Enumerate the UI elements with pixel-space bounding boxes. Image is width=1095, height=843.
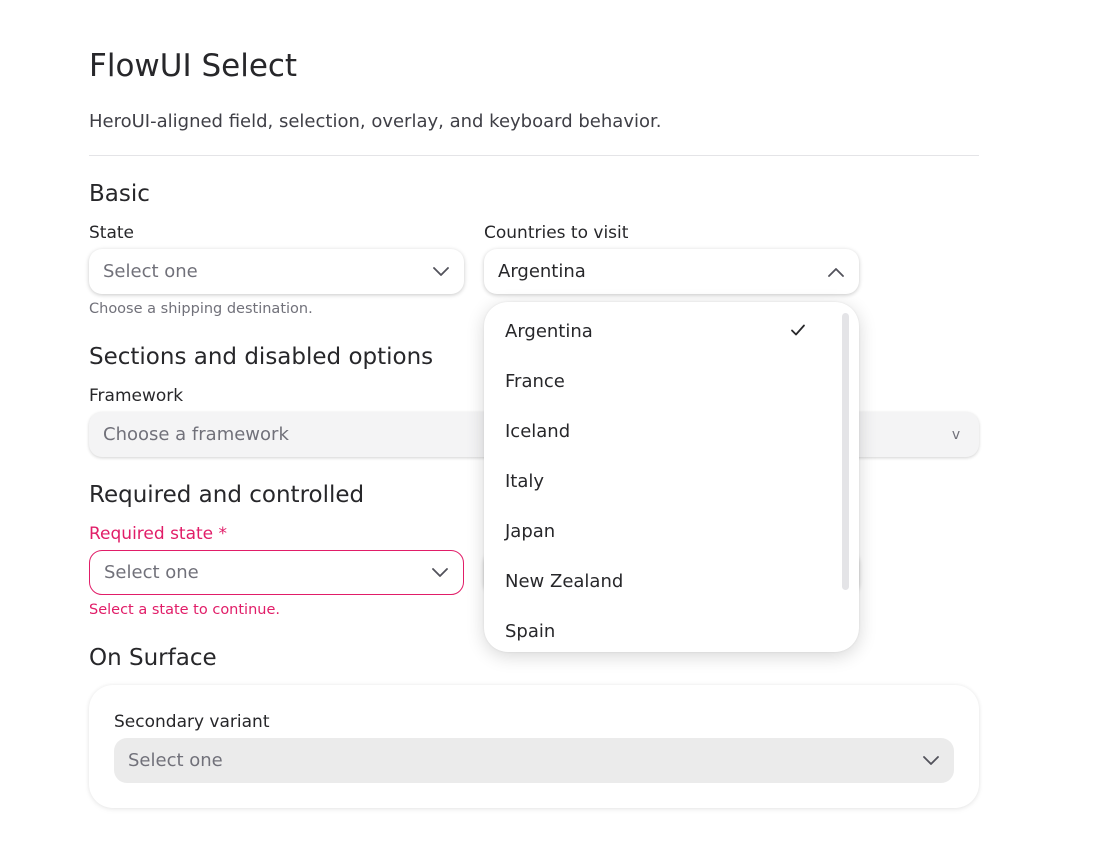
- state-label: State: [89, 223, 134, 243]
- secondary-variant-value: Select one: [128, 750, 223, 771]
- required-state-select[interactable]: Select one: [89, 550, 464, 595]
- dropdown-scrollbar[interactable]: [842, 313, 849, 590]
- divider: [89, 155, 979, 156]
- required-state-select-value: Select one: [104, 562, 199, 583]
- option-japan[interactable]: Japan: [484, 506, 824, 556]
- chevron-down-icon: [922, 752, 940, 770]
- option-label: New Zealand: [505, 570, 624, 592]
- required-asterisk: *: [218, 524, 228, 544]
- option-label: Italy: [505, 470, 545, 492]
- section-heading-surface: On Surface: [89, 645, 217, 671]
- option-argentina[interactable]: Argentina: [484, 306, 824, 356]
- state-select[interactable]: Select one: [89, 249, 464, 294]
- state-help-text: Choose a shipping destination.: [89, 301, 313, 317]
- state-select-value: Select one: [103, 261, 198, 282]
- secondary-variant-label: Secondary variant: [114, 712, 270, 732]
- required-state-label-text: Required state: [89, 524, 214, 544]
- countries-dropdown: Argentina France Iceland Italy Japan New…: [484, 302, 859, 652]
- secondary-variant-select[interactable]: Select one: [114, 738, 954, 783]
- required-state-error: Select a state to continue.: [89, 602, 280, 618]
- section-heading-basic: Basic: [89, 181, 150, 207]
- chevron-down-icon: [431, 564, 449, 582]
- option-label: Argentina: [505, 320, 593, 342]
- option-label: Japan: [505, 520, 556, 542]
- required-state-label: Required state *: [89, 524, 227, 544]
- chevron-down-icon: v: [951, 426, 961, 443]
- section-heading-required: Required and controlled: [89, 482, 365, 508]
- chevron-up-icon: [827, 263, 845, 281]
- page-title: FlowUI Select: [89, 48, 298, 84]
- option-france[interactable]: France: [484, 356, 824, 406]
- page-description: HeroUI-aligned field, selection, overlay…: [89, 111, 662, 132]
- countries-select-value: Argentina: [498, 261, 586, 282]
- chevron-down-icon: [432, 263, 450, 281]
- option-label: Iceland: [505, 420, 571, 442]
- option-label: France: [505, 370, 565, 392]
- option-label: Spain: [505, 620, 556, 642]
- surface-card: Secondary variant Select one: [89, 685, 979, 808]
- section-heading-sections: Sections and disabled options: [89, 344, 434, 370]
- option-spain[interactable]: Spain: [484, 606, 824, 652]
- option-italy[interactable]: Italy: [484, 456, 824, 506]
- countries-select[interactable]: Argentina: [484, 249, 859, 294]
- countries-label: Countries to visit: [484, 223, 629, 243]
- check-icon: [790, 321, 806, 342]
- framework-label: Framework: [89, 386, 184, 406]
- option-new-zealand[interactable]: New Zealand: [484, 556, 824, 606]
- option-iceland[interactable]: Iceland: [484, 406, 824, 456]
